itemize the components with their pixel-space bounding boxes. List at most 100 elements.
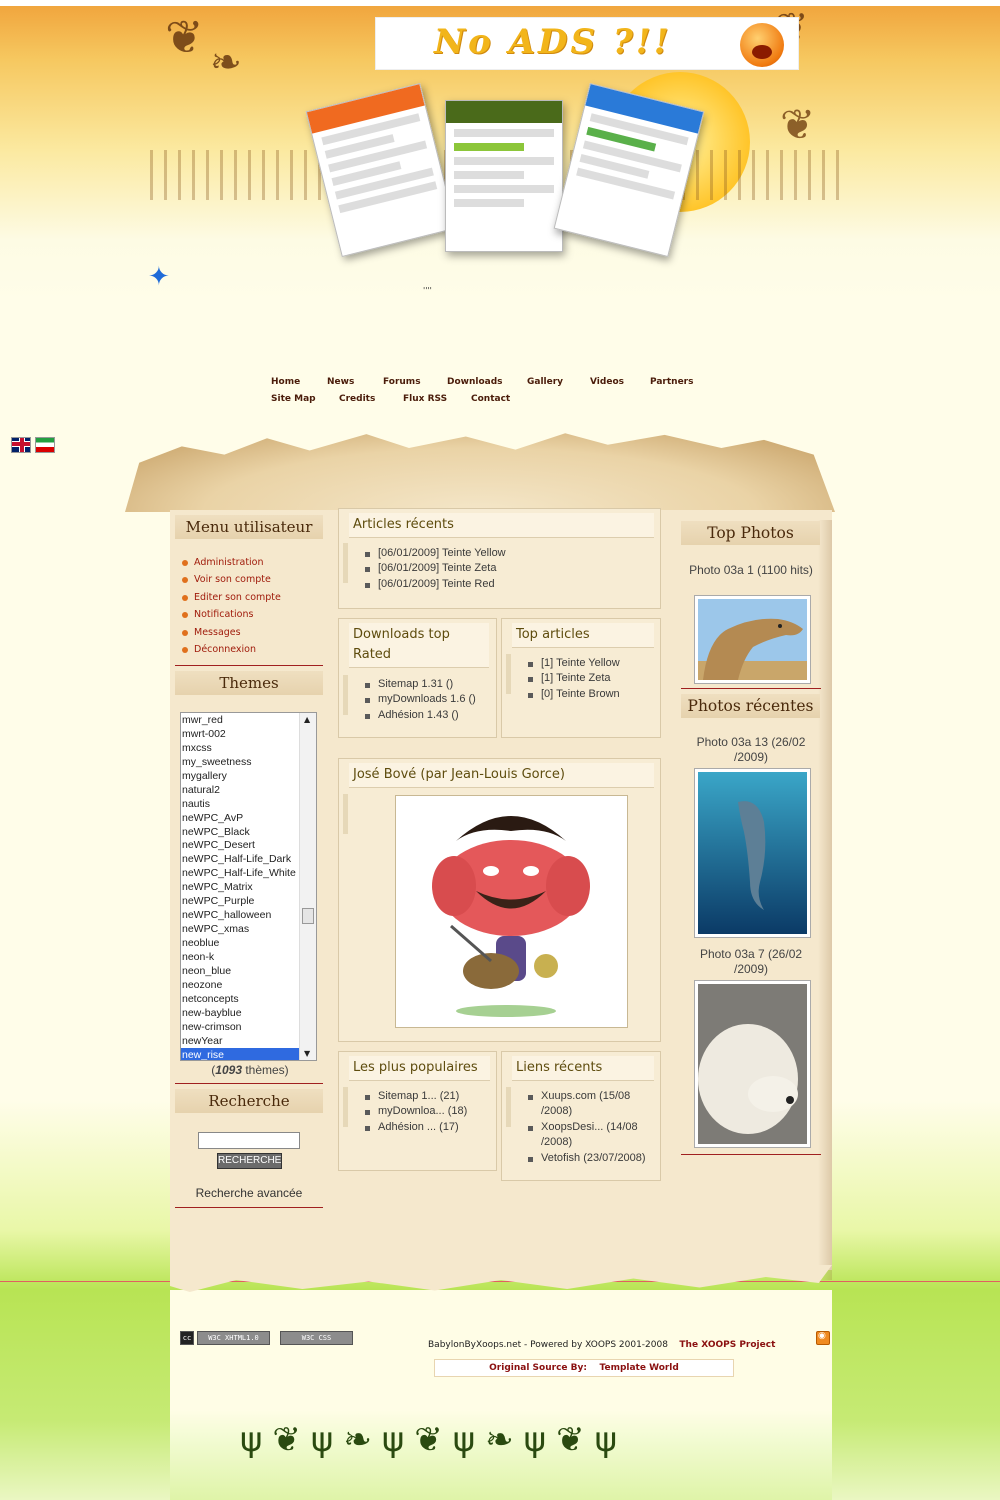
top-photo-caption[interactable]: Photo 03a 1 (1100 hits) — [684, 563, 818, 578]
theme-select-list[interactable]: mwr_red mwrt-002 mxcss my_sweetness mygaller… — [180, 712, 317, 1061]
list-item[interactable]: Sitemap 1... (21) — [365, 1089, 467, 1104]
creative-commons-icon[interactable]: cc — [180, 1331, 194, 1345]
uk-flag-icon[interactable] — [11, 437, 31, 453]
top-articles-list: [1] Teinte Yellow [1] Teinte Zeta [0] Te… — [528, 656, 620, 702]
menu-item-messages[interactable]: Messages — [182, 626, 281, 643]
theme-option[interactable]: new-crimson — [181, 1020, 300, 1034]
theme-option[interactable]: neWPC_AvP — [181, 811, 300, 825]
theme-option[interactable]: mygallery — [181, 769, 300, 783]
theme-option[interactable]: neozone — [181, 978, 300, 992]
nav-contact[interactable]: Contact — [471, 394, 510, 404]
menu-item-edit-account[interactable]: Editer son compte — [182, 591, 281, 608]
list-item[interactable]: [0] Teinte Brown — [528, 687, 620, 702]
menu-item-view-account[interactable]: Voir son compte — [182, 573, 281, 590]
popular-list: Sitemap 1... (21) myDownloa... (18) Adhé… — [365, 1089, 467, 1135]
menu-item-administration[interactable]: Administration — [182, 556, 281, 573]
original-source-label: Original Source By: — [489, 1363, 587, 1373]
screenshot-preview-3 — [553, 82, 705, 258]
grass-decoration: ψ❦ψ❧ψ❦ψ❧ψ❦ψ — [240, 1420, 628, 1460]
theme-option[interactable]: neWPC_Half-Life_White — [181, 866, 300, 880]
scroll-down-icon[interactable]: ▼ — [304, 1049, 310, 1058]
nav-videos[interactable]: Videos — [590, 377, 624, 387]
list-item[interactable]: XoopsDesi... (14/08 /2008) — [528, 1120, 654, 1151]
polar-bear-photo[interactable] — [694, 980, 811, 1148]
search-input[interactable] — [198, 1132, 300, 1149]
theme-option[interactable]: my_sweetness — [181, 755, 300, 769]
divider — [175, 665, 323, 666]
nav-downloads[interactable]: Downloads — [447, 377, 503, 387]
theme-option[interactable]: neWPC_Desert — [181, 838, 300, 852]
template-world-link[interactable]: Template World — [600, 1363, 679, 1373]
recent-photo-caption-1[interactable]: Photo 03a 13 (26/02 /2009) — [684, 735, 818, 765]
parchment-top — [125, 433, 835, 512]
nav-site-map[interactable]: Site Map — [271, 394, 316, 404]
theme-option[interactable]: new_rise — [181, 1047, 300, 1060]
recent-photos-title: Photos récentes — [681, 694, 820, 718]
iran-flag-icon[interactable] — [35, 437, 55, 453]
nav-home[interactable]: Home — [271, 377, 300, 387]
nav-news[interactable]: News — [327, 377, 354, 387]
theme-option[interactable]: neon_blue — [181, 964, 300, 978]
divider — [681, 688, 821, 689]
leaf-icon: ❧ — [210, 40, 242, 84]
css-badge[interactable]: W3C CSS — [280, 1331, 353, 1345]
downloads-top-block: Downloads top Rated Sitemap 1.31 () myDo… — [338, 618, 497, 738]
theme-option[interactable]: neWPC_Matrix — [181, 880, 300, 894]
block-accent-bar — [343, 543, 348, 583]
list-item[interactable]: [06/01/2009] Teinte Zeta — [365, 561, 506, 576]
list-item[interactable]: [06/01/2009] Teinte Yellow — [365, 546, 506, 561]
advanced-search-link[interactable]: Recherche avancée — [176, 1186, 322, 1200]
theme-option[interactable]: nautis — [181, 797, 300, 811]
themes-title: Themes — [175, 671, 323, 695]
nav-flux-rss[interactable]: Flux RSS — [403, 394, 447, 404]
theme-option[interactable]: neWPC_halloween — [181, 908, 300, 922]
recent-photo-caption-2[interactable]: Photo 03a 7 (26/02 /2009) — [684, 947, 818, 977]
nav-gallery[interactable]: Gallery — [527, 377, 563, 387]
nav-forums[interactable]: Forums — [383, 377, 421, 387]
search-button[interactable]: RECHERCHE — [217, 1153, 282, 1169]
theme-option[interactable]: neWPC_Purple — [181, 894, 300, 908]
list-item[interactable]: Xuups.com (15/08 /2008) — [528, 1089, 654, 1120]
caricature-image[interactable] — [395, 795, 628, 1028]
dolphin-photo[interactable] — [694, 768, 811, 938]
downloads-top-title: Downloads top Rated — [349, 623, 489, 668]
nav-partners[interactable]: Partners — [650, 377, 693, 387]
screenshot-preview-2 — [445, 100, 563, 252]
list-item[interactable]: [1] Teinte Yellow — [528, 656, 620, 671]
ad-banner[interactable]: No ADS ?!! — [375, 17, 799, 70]
list-item[interactable]: Adhésion 1.43 () — [365, 708, 476, 723]
block-accent-bar — [343, 1087, 348, 1127]
theme-option[interactable]: mxcss — [181, 741, 300, 755]
list-item[interactable]: Adhésion ... (17) — [365, 1120, 467, 1135]
top-articles-title: Top articles — [512, 623, 654, 648]
camel-photo[interactable] — [694, 595, 811, 684]
scroll-up-icon[interactable]: ▲ — [304, 715, 310, 724]
theme-option[interactable]: netconcepts — [181, 992, 300, 1006]
rss-icon[interactable] — [816, 1331, 830, 1345]
list-item[interactable]: [1] Teinte Zeta — [528, 671, 620, 686]
list-item[interactable]: Vetofish (23/07/2008) — [528, 1151, 654, 1166]
theme-option[interactable]: mwr_red — [181, 713, 300, 727]
list-item[interactable]: myDownloa... (18) — [365, 1104, 467, 1119]
list-item[interactable]: Sitemap 1.31 () — [365, 677, 476, 692]
theme-option[interactable]: neWPC_Half-Life_Dark — [181, 852, 300, 866]
theme-option[interactable]: new-bayblue — [181, 1006, 300, 1020]
theme-option[interactable]: newYear — [181, 1034, 300, 1048]
xoops-project-link[interactable]: The XOOPS Project — [679, 1340, 775, 1350]
scroll-thumb[interactable] — [302, 908, 314, 924]
menu-item-logout[interactable]: Déconnexion — [182, 643, 281, 660]
smiley-icon — [740, 23, 784, 67]
list-item[interactable]: [06/01/2009] Teinte Red — [365, 577, 506, 592]
theme-option[interactable]: neWPC_xmas — [181, 922, 300, 936]
nav-credits[interactable]: Credits — [339, 394, 375, 404]
theme-option[interactable]: mwrt-002 — [181, 727, 300, 741]
theme-option[interactable]: neWPC_Black — [181, 825, 300, 839]
theme-list-scrollbar[interactable]: ▲ ▼ — [299, 713, 316, 1060]
xhtml-badge[interactable]: W3C XHTML1.0 — [197, 1331, 270, 1345]
theme-option[interactable]: neoblue — [181, 936, 300, 950]
theme-option[interactable]: neon-k — [181, 950, 300, 964]
menu-item-notifications[interactable]: Notifications — [182, 608, 281, 625]
list-item[interactable]: myDownloads 1.6 () — [365, 692, 476, 707]
theme-option[interactable]: natural2 — [181, 783, 300, 797]
recent-articles-block: Articles récents [06/01/2009] Teinte Yel… — [338, 508, 661, 609]
